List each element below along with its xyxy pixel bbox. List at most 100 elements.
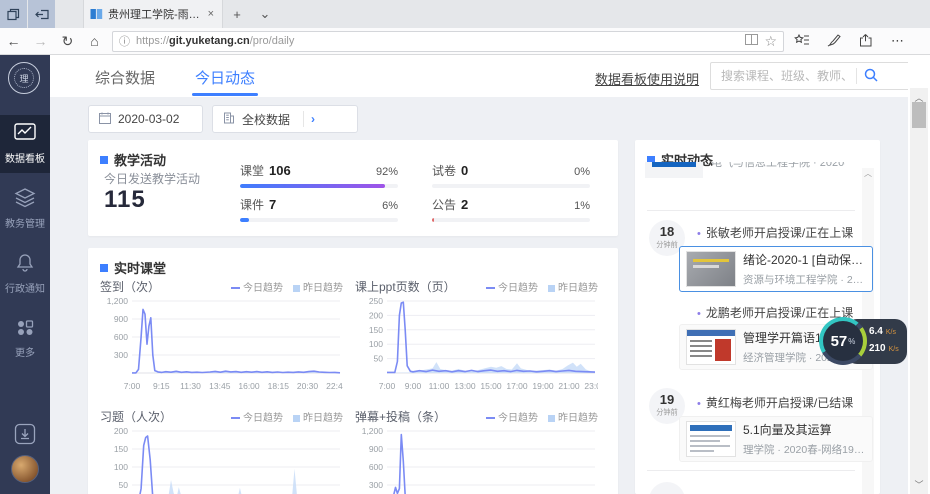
svg-text:16:00: 16:00 (238, 381, 260, 391)
tab-preview-icon[interactable] (0, 0, 27, 28)
svg-text:1,200: 1,200 (362, 426, 384, 436)
chart-exercises: 习题（人次） 今日趋势昨日趋势 50100150200 (100, 408, 343, 494)
sidebar-item-label: 行政通知 (0, 280, 50, 303)
lesson-card[interactable]: 绪论-2020-1 [自动保存的] 资源与环境工程学院 · 2020春… (679, 246, 873, 292)
refresh-icon[interactable]: ↻ (54, 33, 81, 50)
chart-title: 弹幕+投稿（条） (355, 408, 446, 425)
search-icon[interactable] (864, 68, 878, 85)
svg-text:15:00: 15:00 (480, 381, 502, 391)
svg-text:100: 100 (114, 462, 128, 472)
dashboard-help-link[interactable]: 数据看板使用说明 (595, 69, 699, 88)
svg-text:600: 600 (114, 332, 128, 342)
download-button[interactable] (0, 423, 50, 450)
sidebar-item-dashboard[interactable]: 数据看板 (0, 115, 50, 173)
site-info-icon[interactable]: ⓘ (119, 33, 130, 49)
svg-text:200: 200 (114, 426, 128, 436)
bell-icon (0, 253, 50, 278)
realtime-classroom-panel: 实时课堂 签到（次） 今日趋势昨日趋势 3006009001,2007:009:… (88, 248, 618, 494)
scrollbar-thumb[interactable] (912, 102, 926, 128)
date-picker[interactable]: 2020-03-02 (88, 105, 203, 133)
divider (647, 210, 855, 211)
panel-title: 教学活动 (114, 150, 166, 169)
home-icon[interactable]: ⌂ (81, 33, 108, 49)
svg-text:7:00: 7:00 (124, 381, 141, 391)
activity-item-partial[interactable]: 电气与信息工程学院 · 2020春… (645, 162, 845, 188)
lesson-title: 绪论-2020-1 [自动保存的] (743, 251, 866, 268)
chart-title: 签到（次） (100, 278, 160, 295)
tab-list-chevron-icon[interactable]: ⌄ (251, 0, 279, 28)
user-avatar[interactable] (0, 455, 50, 483)
hub-favorites-icon[interactable] (794, 33, 810, 50)
favorite-star-icon[interactable]: ☆ (764, 33, 777, 50)
search-box[interactable] (710, 62, 930, 90)
lesson-thumbnail (645, 162, 703, 178)
sidebar-item-more[interactable]: 更多 (0, 311, 50, 367)
optimization-percent-widget[interactable]: 57% (819, 317, 867, 365)
metric-announcement: 公告21% (432, 196, 590, 222)
ppt-pages-chart: 501001502002507:009:0011:0013:0015:0017:… (355, 295, 598, 395)
chart-danmaku: 弹幕+投稿（条） 今日趋势昨日趋势 3006009001,200 (355, 408, 598, 494)
sidebar-item-academic[interactable]: 教务管理 (0, 180, 50, 238)
line-chart-icon (0, 123, 50, 148)
web-note-pen-icon[interactable] (827, 33, 842, 50)
grid-dots-icon (0, 319, 50, 342)
checkin-chart: 3006009001,2007:009:1511:3013:4516:0018:… (100, 295, 343, 395)
more-menu-icon[interactable]: ⋯ (891, 33, 904, 49)
lesson-title: 5.1向量及其运算 (743, 421, 866, 438)
svg-text:200: 200 (369, 310, 383, 320)
svg-text:300: 300 (369, 480, 383, 490)
stat-label: 今日发送教学活动 (104, 170, 200, 187)
panel-title: 实时课堂 (114, 258, 166, 277)
forward-icon[interactable]: → (27, 33, 54, 49)
share-icon[interactable] (859, 33, 874, 50)
avatar (11, 455, 39, 483)
metric-courseware: 课件76% (240, 196, 398, 222)
section-bullet (100, 264, 108, 272)
back-icon[interactable]: ← (0, 33, 27, 49)
url-text: https://git.yuketang.cn/pro/daily (136, 35, 739, 47)
sidebar-item-notice[interactable]: 行政通知 (0, 245, 50, 303)
calendar-icon (99, 112, 111, 127)
tab-overview[interactable]: 综合数据 (95, 67, 155, 88)
browser-tab[interactable]: 贵州理工学院-雨课堂 × (83, 0, 223, 28)
svg-text:17:00: 17:00 (506, 381, 528, 391)
scroll-down-icon[interactable]: ﹀ (910, 478, 928, 491)
reading-view-icon[interactable] (745, 34, 758, 48)
active-tab-underline (192, 93, 258, 96)
lesson-card[interactable]: 5.1向量及其运算 理学院 · 2020春-网络191,网… (679, 416, 873, 462)
set-tabs-aside-icon[interactable] (28, 0, 55, 28)
svg-text:1,200: 1,200 (107, 296, 129, 306)
svg-text:11:00: 11:00 (429, 381, 450, 391)
divider (647, 470, 855, 471)
svg-text:900: 900 (114, 314, 128, 324)
layers-icon (0, 188, 50, 213)
svg-text:13:00: 13:00 (454, 381, 476, 391)
address-bar[interactable]: ⓘ https://git.yuketang.cn/pro/daily ☆ (112, 31, 784, 52)
page-header: 综合数据 今日动态 数据看板使用说明 (50, 55, 908, 97)
lesson-thumbnail (686, 329, 736, 365)
page-content: 2020-03-02 全校数据 › 教学活动 今日发送教学活动 115 课堂10… (50, 97, 908, 494)
page-scrollbar[interactable]: ︿ ﹀ (908, 55, 930, 494)
scope-expand-arrow-icon[interactable]: › (311, 112, 315, 126)
chart-title: 课上ppt页数（页） (355, 278, 456, 295)
svg-text:9:15: 9:15 (153, 381, 170, 391)
svg-text:300: 300 (114, 350, 128, 360)
chart-ppt-pages: 课上ppt页数（页） 今日趋势昨日趋势 501001502002507:009:… (355, 278, 598, 400)
event-dot: • (697, 228, 701, 240)
new-tab-button[interactable]: + (223, 0, 251, 28)
svg-text:600: 600 (369, 462, 383, 472)
divider (856, 68, 857, 84)
event-dot: • (697, 308, 701, 320)
scope-value: 全校数据 (242, 111, 290, 128)
search-input[interactable] (719, 68, 849, 84)
browser-toolbar: ← → ↻ ⌂ ⓘ https://git.yuketang.cn/pro/da… (0, 28, 930, 55)
teaching-activity-panel: 教学活动 今日发送教学活动 115 课堂10692% 课件76% 试卷00% 公… (88, 140, 618, 236)
svg-text:18:15: 18:15 (268, 381, 290, 391)
svg-text:50: 50 (374, 354, 384, 364)
metric-classroom: 课堂10692% (240, 162, 398, 188)
scrollbar-track[interactable]: ︿ ﹀ (910, 88, 928, 494)
tab-today[interactable]: 今日动态 (195, 67, 255, 88)
scope-selector[interactable]: 全校数据 › (212, 105, 358, 133)
close-tab-icon[interactable]: × (206, 8, 216, 20)
lesson-subtitle: 理学院 · 2020春-网络191,网… (743, 442, 866, 457)
